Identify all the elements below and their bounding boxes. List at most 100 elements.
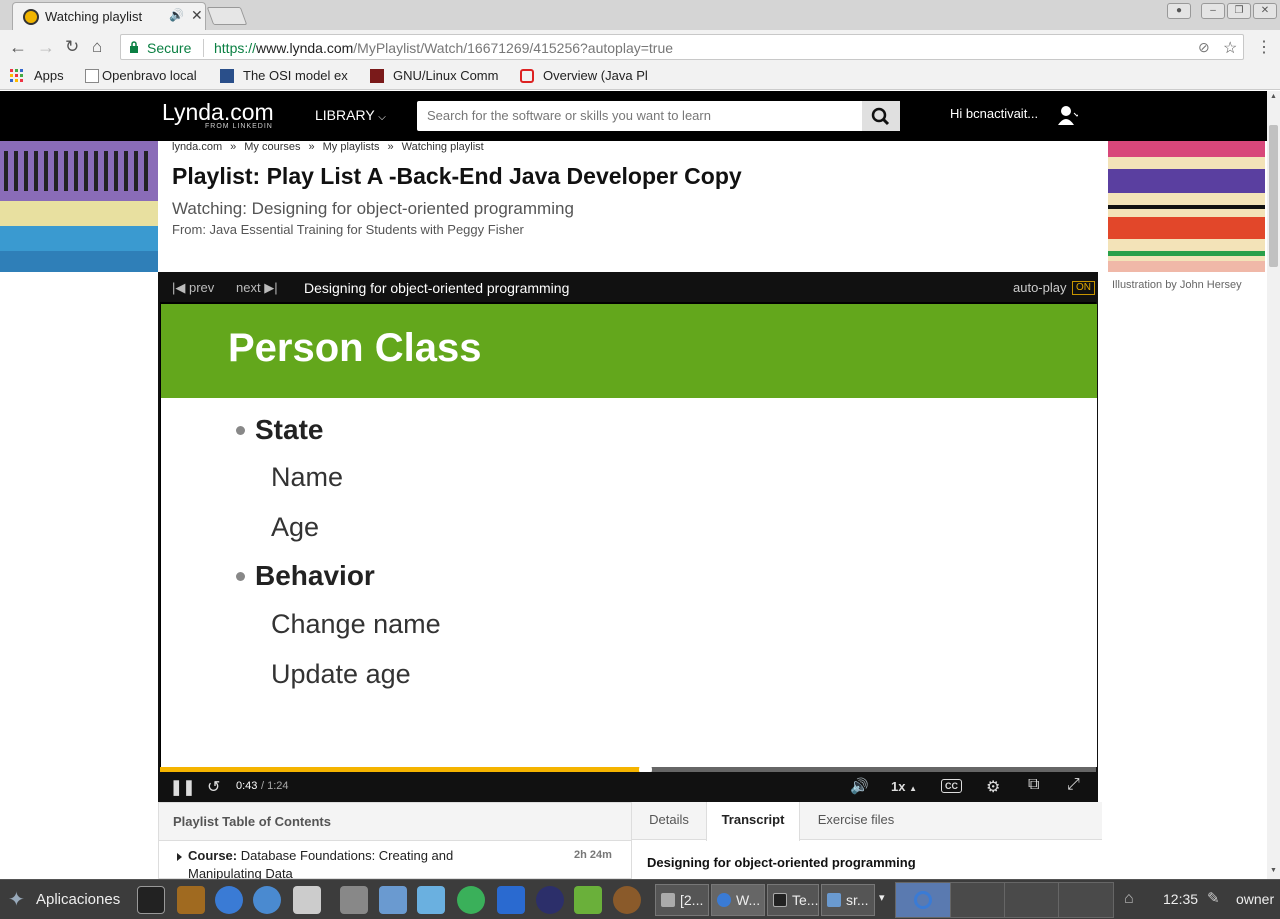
- illustration-credit: Illustration by John Hersey: [1112, 279, 1242, 291]
- maximize-button[interactable]: ❐: [1227, 3, 1251, 19]
- taskbar-window-3[interactable]: Te...: [767, 884, 819, 916]
- workspace-3[interactable]: [1004, 882, 1060, 918]
- bookmark-gnu[interactable]: GNU/Linux Comm: [393, 68, 507, 83]
- prev-button[interactable]: |◀ prev: [172, 280, 214, 296]
- volume-icon[interactable]: 🔊: [850, 777, 869, 795]
- breadcrumb-lynda[interactable]: lynda.com: [172, 141, 222, 153]
- tab-title: Watching playlist: [45, 9, 143, 24]
- rewind-10-icon[interactable]: ↺: [207, 777, 220, 797]
- username[interactable]: owner: [1236, 891, 1274, 907]
- reload-icon[interactable]: ↻: [65, 37, 79, 57]
- bookmark-apps[interactable]: Apps: [34, 68, 64, 83]
- bookmark-openbravo[interactable]: Openbravo local: [102, 68, 197, 83]
- slide-item: Update age: [271, 659, 411, 689]
- start-menu-icon[interactable]: ✦: [8, 887, 25, 912]
- folder-launcher-icon[interactable]: [379, 886, 407, 914]
- popout-icon[interactable]: ⧉: [1028, 776, 1039, 794]
- search-placeholder: Search for the software or skills you wa…: [427, 108, 711, 123]
- slide-header: Person Class: [161, 304, 1097, 398]
- bookmark-star-icon[interactable]: ☆: [1223, 38, 1237, 58]
- bookmarks-bar: Apps Openbravo local The OSI model ex GN…: [0, 64, 1280, 90]
- workspace-2[interactable]: [950, 882, 1006, 918]
- workspace-1[interactable]: [895, 882, 951, 918]
- site-header: Lynda.com FROM LINKEDIN LIBRARY ⌵ Search…: [0, 91, 1267, 141]
- atom-launcher-icon[interactable]: [457, 886, 485, 914]
- close-window-button[interactable]: ✕: [1253, 3, 1277, 19]
- fullscreen-icon[interactable]: ⤢: [1067, 776, 1080, 794]
- terminal-launcher-icon[interactable]: [137, 886, 165, 914]
- start-menu-label[interactable]: Aplicaciones: [36, 891, 120, 908]
- page-scrollbar[interactable]: ▲ ▼: [1267, 91, 1280, 879]
- taskbar-window-2[interactable]: W...: [711, 884, 765, 916]
- cc-button[interactable]: CC: [941, 779, 962, 793]
- clock[interactable]: 12:35: [1163, 891, 1198, 907]
- window-list-dropdown-icon[interactable]: ▾: [879, 891, 885, 904]
- breadcrumb-watching: Watching playlist: [401, 141, 484, 153]
- archive-launcher-icon[interactable]: [177, 886, 205, 914]
- squirrel-launcher-icon[interactable]: [613, 886, 641, 914]
- course-duration: 2h 24m: [574, 849, 612, 861]
- minimize-button[interactable]: –: [1201, 3, 1225, 19]
- tab-transcript[interactable]: Transcript: [706, 802, 800, 841]
- bullet-icon: [236, 572, 245, 581]
- settings-launcher-icon[interactable]: [340, 886, 368, 914]
- taskbar-window-4[interactable]: sr...: [821, 884, 875, 916]
- speed-button[interactable]: 1x ▲: [891, 779, 917, 794]
- tab-exercise-files[interactable]: Exercise files: [800, 802, 912, 840]
- vscode-launcher-icon[interactable]: [497, 886, 525, 914]
- expand-arrow-icon[interactable]: [177, 853, 182, 861]
- video-frame[interactable]: Person Class State Name Age Behavior Cha…: [161, 304, 1097, 767]
- search-icon: [871, 107, 890, 126]
- menu-icon[interactable]: ⋮: [1256, 37, 1272, 57]
- scrollbar-thumb[interactable]: [1269, 125, 1278, 267]
- autoplay-toggle[interactable]: ON: [1072, 281, 1095, 295]
- breadcrumb-my-playlists[interactable]: My playlists: [323, 141, 380, 153]
- lynda-logo[interactable]: Lynda.com: [162, 99, 274, 126]
- gnu-favicon-icon: [370, 69, 384, 83]
- network-icon[interactable]: ⌂: [1124, 890, 1134, 908]
- chromium-launcher-icon[interactable]: [215, 886, 243, 914]
- workspace-4[interactable]: [1058, 882, 1114, 918]
- web-browser-launcher-icon[interactable]: [253, 886, 281, 914]
- video-title: Designing for object-oriented programmin…: [304, 280, 570, 296]
- course-source[interactable]: From: Java Essential Training for Studen…: [172, 222, 524, 237]
- toc-header: Playlist Table of Contents: [159, 803, 631, 841]
- bookmark-osi[interactable]: The OSI model ex: [243, 68, 358, 83]
- speaker-icon[interactable]: 🔊: [169, 8, 184, 22]
- settings-gear-icon[interactable]: ⚙: [986, 777, 1000, 797]
- url-text[interactable]: https://www.lynda.com/MyPlaylist/Watch/1…: [214, 40, 673, 56]
- user-icon[interactable]: [1058, 103, 1078, 127]
- forward-icon[interactable]: →: [37, 37, 55, 58]
- home-icon[interactable]: ⌂: [92, 37, 102, 57]
- close-tab-icon[interactable]: ✕: [191, 7, 203, 24]
- header-illustration-left: [0, 141, 158, 272]
- search-button[interactable]: [862, 101, 900, 131]
- android-studio-launcher-icon[interactable]: [574, 886, 602, 914]
- eclipse-launcher-icon[interactable]: [536, 886, 564, 914]
- user-greeting[interactable]: Hi bcnactivait...: [950, 106, 1038, 121]
- logo-subtitle: FROM LINKEDIN: [205, 123, 273, 130]
- lynda-favicon-icon: [23, 9, 39, 25]
- user-session-icon[interactable]: ✎: [1207, 889, 1220, 907]
- search-files-launcher-icon[interactable]: [293, 886, 321, 914]
- profile-icon[interactable]: ●: [1167, 3, 1191, 19]
- taskbar-window-1[interactable]: [2...: [655, 884, 709, 916]
- header-illustration-right: [1108, 141, 1265, 272]
- package-launcher-icon[interactable]: [417, 886, 445, 914]
- new-tab-button[interactable]: [206, 7, 248, 25]
- bookmark-java-overview[interactable]: Overview (Java Pl: [543, 68, 655, 83]
- video-player[interactable]: |◀ prev next ▶| Designing for object-ori…: [158, 272, 1098, 802]
- next-button[interactable]: next ▶|: [236, 280, 278, 296]
- toc-course-item[interactable]: Course: Database Foundations: Creating a…: [188, 847, 478, 883]
- browser-tab[interactable]: Watching playlist 🔊 ✕: [12, 2, 206, 30]
- breadcrumb-my-courses[interactable]: My courses: [244, 141, 300, 153]
- search-input[interactable]: Search for the software or skills you wa…: [417, 101, 900, 131]
- library-menu[interactable]: LIBRARY ⌵: [315, 107, 386, 123]
- tab-details[interactable]: Details: [632, 802, 706, 840]
- autoplay-label[interactable]: auto-play: [1013, 280, 1066, 295]
- time-current: 0:43: [236, 780, 258, 792]
- address-bar[interactable]: Secure https://www.lynda.com/MyPlaylist/…: [120, 34, 1244, 60]
- pause-icon[interactable]: ❚❚: [170, 778, 195, 796]
- translate-icon[interactable]: ⊘: [1198, 39, 1210, 56]
- back-icon[interactable]: ←: [9, 37, 27, 58]
